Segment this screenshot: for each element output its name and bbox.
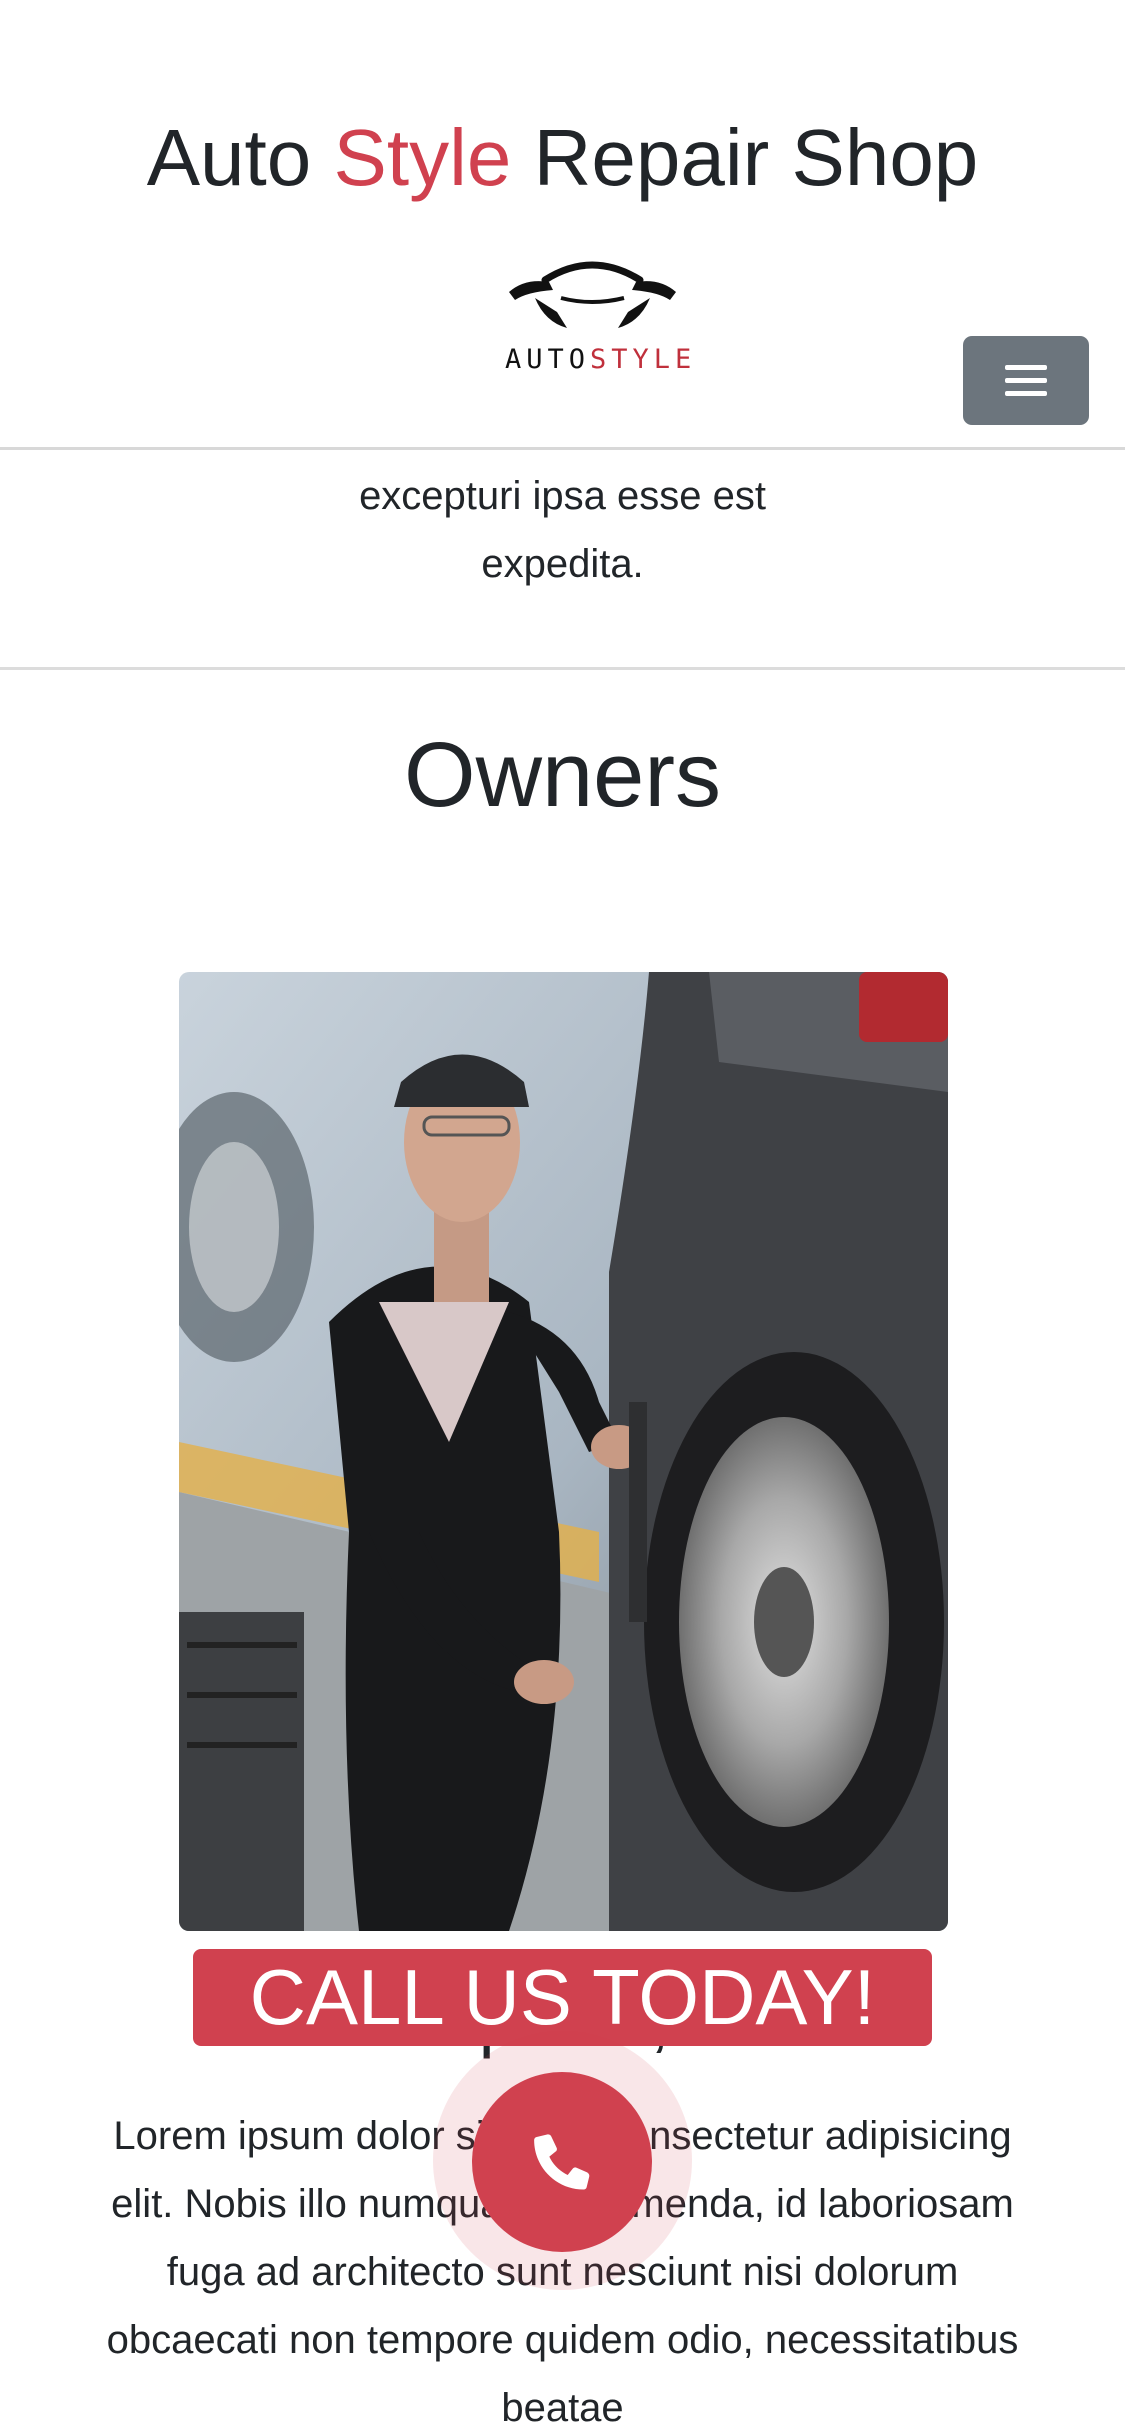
previous-text-line: expedita. [481,542,644,586]
site-title[interactable]: Auto Style Repair Shop [0,108,1125,208]
phone-icon [534,2134,590,2190]
page: excepturi ipsa esse est expedita. Owners [0,0,1125,2436]
logo-text-red: STYLE [590,344,697,375]
owners-heading: Owners [404,724,721,826]
site-title-accent: Style [333,113,512,202]
menu-toggle-button[interactable] [963,336,1089,425]
previous-text-line: excepturi ipsa esse est [359,474,766,518]
call-button[interactable] [472,2072,652,2252]
car-silhouette-icon [509,261,676,328]
site-header: Auto Style Repair Shop AUTOSTYLE [0,0,1125,450]
previous-section-text: excepturi ipsa esse est expedita. [0,462,1125,598]
brand-logo[interactable]: AUTOSTYLE [505,252,691,382]
logo-wordmark: AUTOSTYLE [505,344,691,375]
hamburger-bar [1005,391,1047,396]
logo-text-black: AUTO [505,344,591,375]
hamburger-bar [1005,365,1047,370]
section-divider [0,667,1125,670]
site-title-part: Repair Shop [511,113,979,202]
site-title-part: Auto [146,113,334,202]
hamburger-bar [1005,378,1047,383]
owner-photo [179,972,948,1931]
